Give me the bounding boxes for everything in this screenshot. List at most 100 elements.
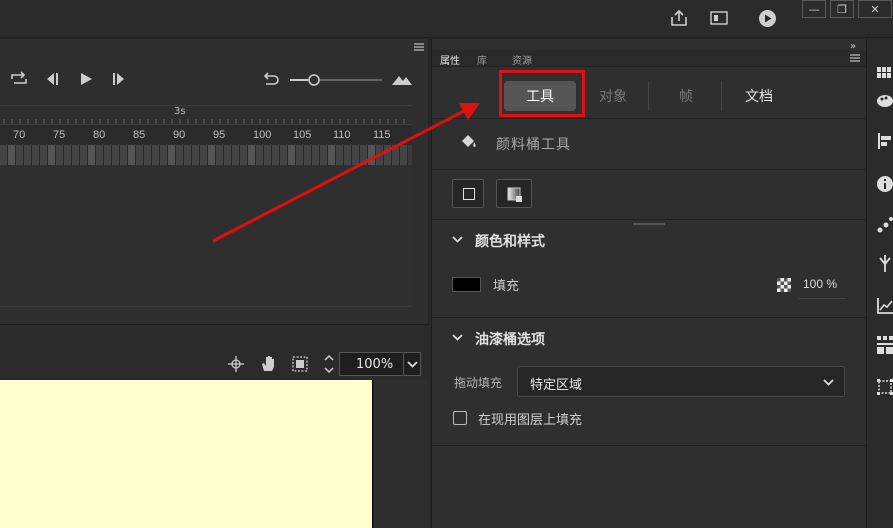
frame-cell[interactable] xyxy=(328,145,336,165)
frame-ruler[interactable]: 70 75 80 85 90 95 100 105 110 115 xyxy=(0,124,412,144)
screen-mode-icon[interactable] xyxy=(710,11,728,25)
frame-cell[interactable] xyxy=(392,145,400,165)
frame-cell[interactable] xyxy=(312,145,320,165)
frame-cell[interactable] xyxy=(248,145,256,165)
drag-fill-select[interactable]: 特定区域 xyxy=(517,366,845,397)
chevron-down-icon[interactable] xyxy=(452,334,463,341)
panel-menu-icon[interactable] xyxy=(414,43,424,51)
hand-icon[interactable] xyxy=(259,354,277,372)
chevron-down-icon xyxy=(823,379,834,386)
transform-icon[interactable] xyxy=(877,379,893,395)
loop-icon[interactable] xyxy=(10,71,28,87)
frame-cell[interactable] xyxy=(288,145,296,165)
frame-cell[interactable] xyxy=(192,145,200,165)
frame-cell[interactable] xyxy=(208,145,216,165)
frame-cell[interactable] xyxy=(48,145,56,165)
frame-cell[interactable] xyxy=(40,145,48,165)
frame-cell[interactable] xyxy=(24,145,32,165)
chart-icon[interactable] xyxy=(877,298,893,314)
frame-cell[interactable] xyxy=(160,145,168,165)
frame-cell[interactable] xyxy=(296,145,304,165)
grid-icon[interactable] xyxy=(877,67,893,83)
frame-cell[interactable] xyxy=(264,145,272,165)
frame-cell[interactable] xyxy=(64,145,72,165)
frame-cell[interactable] xyxy=(168,145,176,165)
tab-object[interactable]: 对象 xyxy=(584,81,642,111)
crosshair-icon[interactable] xyxy=(228,356,244,372)
frame-cell[interactable] xyxy=(88,145,96,165)
tab-assets[interactable]: 资源 xyxy=(512,52,532,67)
frame-cell[interactable] xyxy=(240,145,248,165)
frame-cell[interactable] xyxy=(96,145,104,165)
components-icon[interactable] xyxy=(877,336,893,354)
motion-icon[interactable] xyxy=(877,217,893,233)
zoom-stepper-icon[interactable] xyxy=(323,353,335,375)
fill-opacity[interactable]: 100 % xyxy=(803,277,837,291)
tab-document[interactable]: 文档 xyxy=(730,81,788,111)
tab-frame[interactable]: 帧 xyxy=(657,81,715,111)
mountain-icon[interactable] xyxy=(392,73,412,85)
stage-canvas[interactable] xyxy=(0,380,373,528)
frame-cell[interactable] xyxy=(8,145,16,165)
tab-properties[interactable]: 属性 xyxy=(440,52,460,67)
minimize-button[interactable]: — xyxy=(802,0,826,18)
frame-cell[interactable] xyxy=(232,145,240,165)
frame-cell[interactable] xyxy=(56,145,64,165)
object-drawing-button[interactable] xyxy=(452,179,484,208)
step-forward-icon[interactable] xyxy=(112,73,126,85)
frame-cell[interactable] xyxy=(320,145,328,165)
frame-cell[interactable] xyxy=(400,145,408,165)
tab-library[interactable]: 库 xyxy=(477,52,487,67)
frame-cell[interactable] xyxy=(272,145,280,165)
step-back-icon[interactable] xyxy=(45,73,59,85)
fill-color-swatch[interactable] xyxy=(452,277,481,292)
frame-cell[interactable] xyxy=(120,145,128,165)
frame-cell[interactable] xyxy=(144,145,152,165)
frame-cell[interactable] xyxy=(368,145,376,165)
frame-cell[interactable] xyxy=(112,145,120,165)
fill-layers-checkbox[interactable] xyxy=(453,411,467,425)
share-icon[interactable] xyxy=(669,8,689,28)
frame-cell[interactable] xyxy=(336,145,344,165)
zoom-select[interactable]: 100% xyxy=(339,352,421,376)
frame-cell[interactable] xyxy=(128,145,136,165)
restore-button[interactable]: ❐ xyxy=(830,0,854,18)
frame-cell[interactable] xyxy=(200,145,208,165)
frame-cell[interactable] xyxy=(304,145,312,165)
clip-icon[interactable] xyxy=(292,356,308,372)
undo-icon[interactable] xyxy=(262,72,280,86)
frame-cell[interactable] xyxy=(216,145,224,165)
palette-icon[interactable] xyxy=(877,94,893,110)
chevron-down-icon[interactable] xyxy=(452,236,463,243)
test-movie-icon[interactable] xyxy=(758,9,777,28)
frame-cell[interactable] xyxy=(16,145,24,165)
frame-cell[interactable] xyxy=(32,145,40,165)
lock-fill-button[interactable] xyxy=(496,179,532,208)
frame-cell[interactable] xyxy=(0,145,8,165)
frame-cell[interactable] xyxy=(104,145,112,165)
plant-icon[interactable] xyxy=(877,254,893,272)
resize-grip[interactable] xyxy=(633,223,665,225)
frame-cell[interactable] xyxy=(352,145,360,165)
play-icon[interactable] xyxy=(80,73,92,85)
frame-cell[interactable] xyxy=(176,145,184,165)
close-button[interactable]: ✕ xyxy=(858,0,892,18)
frame-cell[interactable] xyxy=(152,145,160,165)
panel-options-icon[interactable] xyxy=(850,54,860,62)
zoom-slider[interactable] xyxy=(290,74,382,86)
info-icon[interactable] xyxy=(877,176,893,192)
frame-cell[interactable] xyxy=(376,145,384,165)
align-icon[interactable] xyxy=(877,133,893,149)
frame-cell[interactable] xyxy=(80,145,88,165)
frame-cell[interactable] xyxy=(344,145,352,165)
frame-cell[interactable] xyxy=(384,145,392,165)
segment-divider xyxy=(648,81,649,111)
frame-cell[interactable] xyxy=(224,145,232,165)
frame-cell[interactable] xyxy=(136,145,144,165)
frame-track[interactable] xyxy=(0,145,412,165)
frame-cell[interactable] xyxy=(256,145,264,165)
frame-cell[interactable] xyxy=(184,145,192,165)
frame-cell[interactable] xyxy=(280,145,288,165)
frame-cell[interactable] xyxy=(72,145,80,165)
frame-cell[interactable] xyxy=(360,145,368,165)
